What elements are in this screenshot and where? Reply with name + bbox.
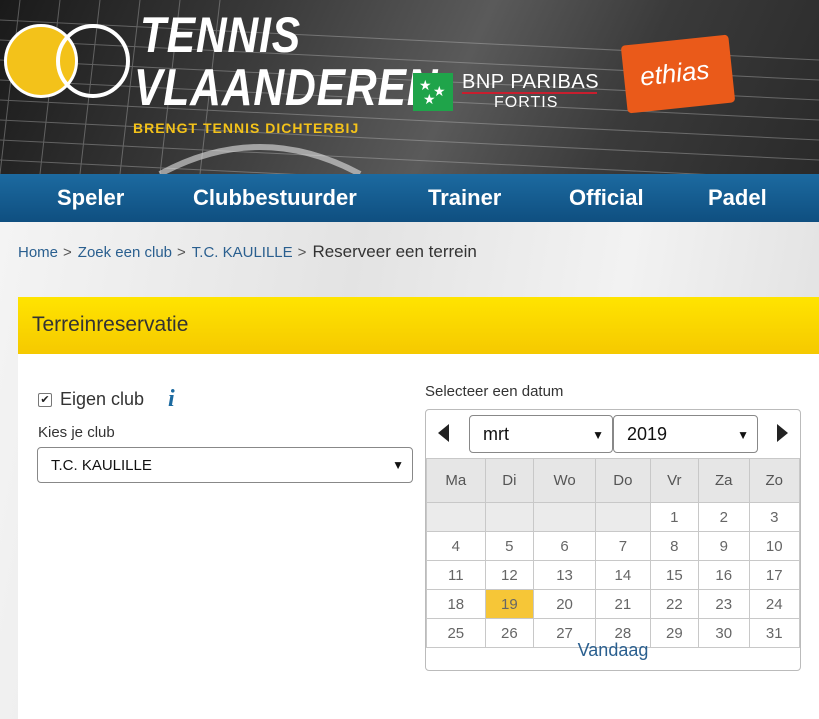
- month-select-value: mrt: [483, 424, 509, 444]
- breadcrumb-link-home[interactable]: Home: [18, 244, 58, 261]
- calendar-day[interactable]: 14: [595, 560, 651, 590]
- calendar-day-today[interactable]: 19: [484, 589, 535, 619]
- calendar-week-row: 123: [426, 502, 800, 532]
- tennis-ball-outline-icon: [56, 24, 130, 98]
- breadcrumb: Home > Zoek een club > T.C. KAULILLE > Reserve…: [18, 242, 477, 262]
- breadcrumb-separator: >: [297, 244, 307, 261]
- calendar-day[interactable]: 10: [748, 531, 800, 561]
- brand-tagline: BRENGT TENNIS DICHTERBIJ: [133, 120, 360, 136]
- calendar-day[interactable]: 16: [698, 560, 750, 590]
- chevron-down-icon: ▼: [592, 428, 604, 442]
- panel-header: Terreinreservatie: [18, 297, 819, 354]
- calendar-day[interactable]: 21: [595, 589, 651, 619]
- calendar-week-row: 11 12 13 14 15 16 17: [426, 560, 800, 590]
- date-picker: mrt ▼ 2019 ▼ Ma Di Wo Do Vr Za Zo 123456…: [425, 409, 801, 671]
- calendar-day[interactable]: 17: [748, 560, 800, 590]
- breadcrumb-separator: >: [177, 244, 186, 261]
- next-month-icon[interactable]: [777, 424, 788, 442]
- calendar-day[interactable]: 12: [484, 560, 535, 590]
- calendar-day[interactable]: 4: [426, 531, 486, 561]
- calendar-day[interactable]: 18: [426, 589, 486, 619]
- reservation-panel: Terreinreservatie ✔ Eigen club i Kies je…: [18, 297, 819, 719]
- breadcrumb-link-find-club[interactable]: Zoek een club: [78, 244, 172, 261]
- own-club-checkbox[interactable]: ✔: [38, 392, 52, 407]
- info-icon[interactable]: i: [168, 386, 175, 413]
- club-select[interactable]: T.C. KAULILLE ▼: [37, 447, 413, 483]
- today-button[interactable]: Vandaag: [426, 640, 800, 661]
- year-select[interactable]: 2019 ▼: [613, 415, 758, 453]
- calendar-day[interactable]: 22: [649, 589, 700, 619]
- sponsor-bnp-name: BNP PARIBAS: [462, 71, 600, 93]
- calendar-day[interactable]: 2: [698, 502, 750, 532]
- weekday-header: Di: [484, 458, 535, 503]
- calendar-empty-cell: [595, 502, 651, 532]
- weekday-header: Zo: [748, 458, 800, 503]
- calendar-week-row: 18 19 20 21 22 23 24: [426, 589, 800, 619]
- club-select-value: T.C. KAULILLE: [51, 457, 152, 474]
- year-select-value: 2019: [627, 424, 668, 444]
- nav-item-speler[interactable]: Speler: [57, 185, 124, 211]
- calendar-empty-cell: [426, 502, 486, 532]
- star-icon: ★: [423, 91, 436, 107]
- calendar-day[interactable]: 5: [484, 531, 535, 561]
- calendar-empty-cell: [533, 502, 597, 532]
- breadcrumb-link-club[interactable]: T.C. KAULILLE: [192, 244, 293, 261]
- date-select-label: Selecteer een datum: [425, 383, 564, 400]
- nav-item-padel[interactable]: Padel: [708, 185, 767, 211]
- weekday-header: Za: [698, 458, 750, 503]
- weekday-header: Wo: [533, 458, 597, 503]
- calendar-day[interactable]: 20: [533, 589, 597, 619]
- chevron-down-icon: ▼: [737, 428, 749, 442]
- chevron-down-icon: ▼: [392, 458, 404, 472]
- calendar-day[interactable]: 1: [649, 502, 700, 532]
- calendar-empty-cell: [484, 502, 535, 532]
- own-club-option[interactable]: ✔ Eigen club: [38, 389, 144, 410]
- calendar-day[interactable]: 6: [533, 531, 597, 561]
- weekday-header: Do: [595, 458, 651, 503]
- calendar-day[interactable]: 9: [698, 531, 750, 561]
- calendar-day[interactable]: 8: [649, 531, 700, 561]
- breadcrumb-separator: >: [63, 244, 72, 261]
- main-navigation: Speler Clubbestuurder Trainer Official P…: [0, 174, 819, 222]
- previous-month-icon[interactable]: [438, 424, 449, 442]
- own-club-label: Eigen club: [60, 389, 145, 409]
- calendar-day[interactable]: 3: [748, 502, 800, 532]
- nav-item-clubbestuurder[interactable]: Clubbestuurder: [193, 185, 357, 211]
- calendar-day[interactable]: 23: [698, 589, 750, 619]
- weekday-header-row: Ma Di Wo Do Vr Za Zo: [426, 458, 800, 503]
- month-select[interactable]: mrt ▼: [469, 415, 613, 453]
- calendar-week-row: 4 5 6 7 8 9 10: [426, 531, 800, 561]
- nav-item-trainer[interactable]: Trainer: [428, 185, 501, 211]
- brand-name-line2[interactable]: VLAANDEREN: [134, 58, 438, 118]
- calendar-day[interactable]: 7: [595, 531, 651, 561]
- site-header: TENNIS VLAANDEREN BRENGT TENNIS DICHTERB…: [0, 0, 819, 174]
- calendar-day[interactable]: 24: [748, 589, 800, 619]
- weekday-header: Ma: [426, 458, 486, 503]
- nav-item-official[interactable]: Official: [569, 185, 644, 211]
- calendar-day[interactable]: 13: [533, 560, 597, 590]
- club-select-label: Kies je club: [38, 424, 115, 441]
- calendar-day[interactable]: 11: [426, 560, 486, 590]
- bnp-paribas-logo-icon: ★ ★ ★: [413, 73, 453, 111]
- weekday-header: Vr: [649, 458, 700, 503]
- sponsor-bnp-subname: FORTIS: [494, 94, 559, 111]
- brand-name-line1[interactable]: TENNIS: [140, 6, 301, 64]
- breadcrumb-current: Reserveer een terrein: [312, 242, 477, 261]
- calendar-grid: Ma Di Wo Do Vr Za Zo 1 2 3 4 5 6 7 8 9 10 11 12 13 14…: [426, 458, 800, 648]
- calendar-day[interactable]: 15: [649, 560, 700, 590]
- page-title: Terreinreservatie: [32, 313, 189, 336]
